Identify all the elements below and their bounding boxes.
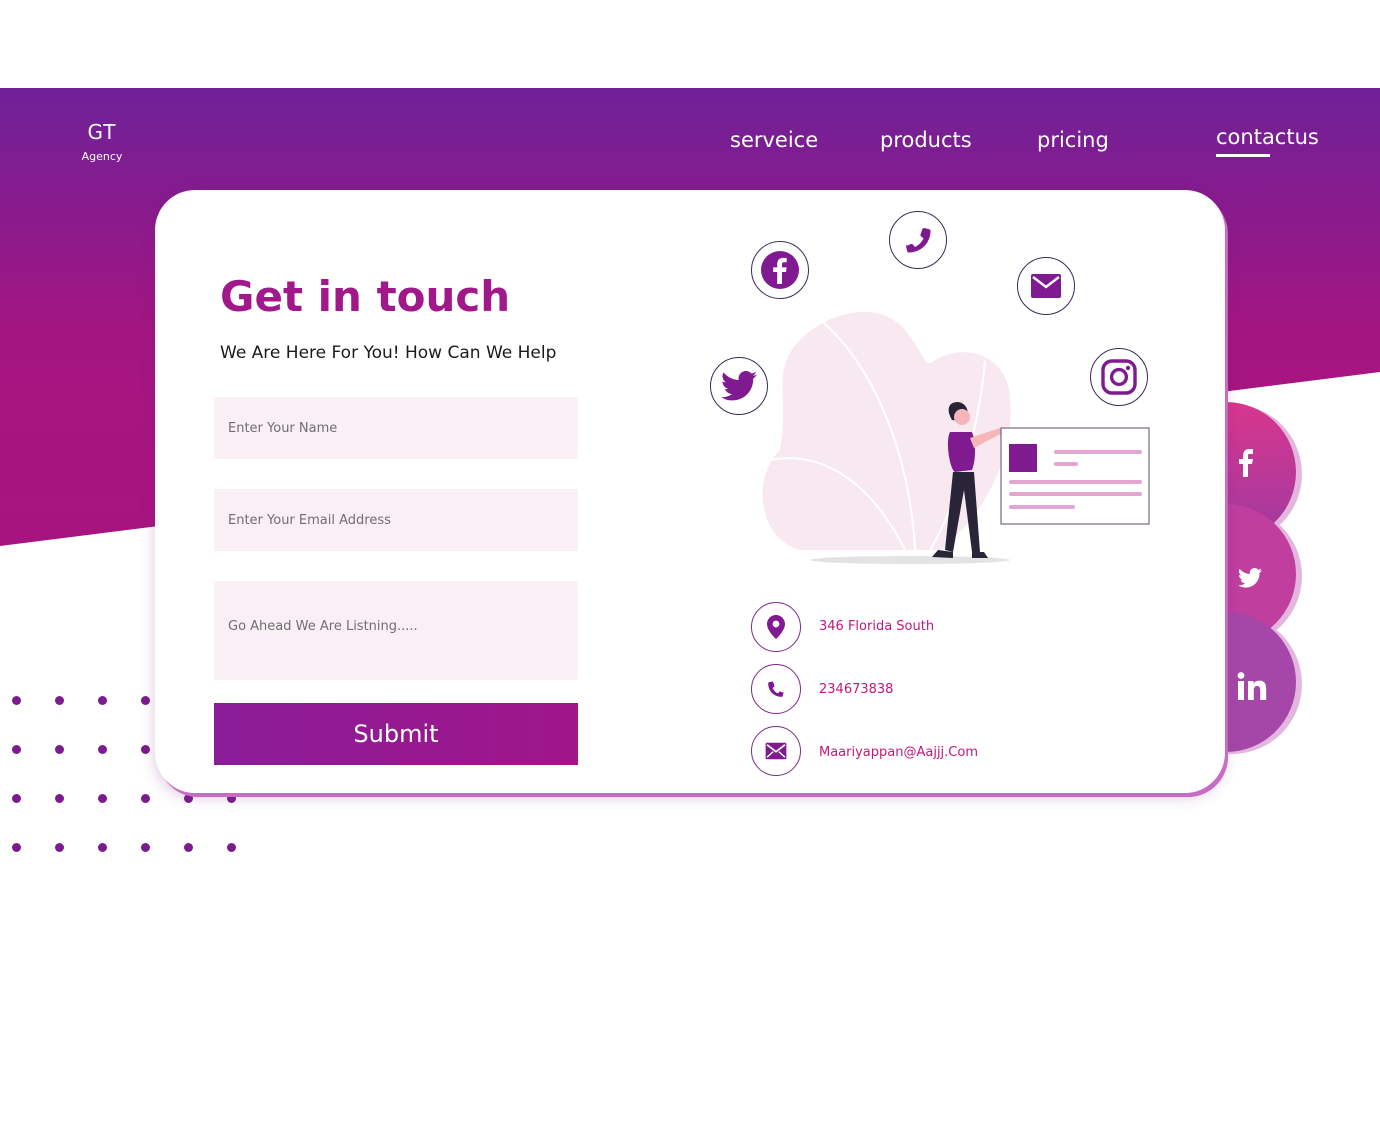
contact-email[interactable]: Maariyappan@Aajjj.Com bbox=[819, 745, 978, 760]
nav-products[interactable]: products bbox=[880, 128, 972, 152]
side-facebook-icon[interactable] bbox=[1228, 445, 1264, 481]
nav-contactus[interactable]: contactus bbox=[1216, 125, 1319, 149]
facebook-icon[interactable] bbox=[751, 241, 809, 299]
contact-address: 346 Florida South bbox=[819, 619, 935, 634]
nav-pricing[interactable]: pricing bbox=[1037, 128, 1109, 152]
brand-logo[interactable]: GT bbox=[70, 120, 134, 144]
nav-active-underline bbox=[1216, 154, 1270, 157]
page-subtitle: We Are Here For You! How Can We Help bbox=[220, 343, 557, 363]
phone-icon[interactable] bbox=[889, 211, 947, 269]
location-icon bbox=[751, 602, 801, 652]
side-linkedin-icon[interactable] bbox=[1234, 668, 1270, 704]
submit-button[interactable]: Submit bbox=[214, 703, 578, 765]
brand-tagline: Agency bbox=[81, 150, 123, 163]
contact-illustration bbox=[762, 311, 1150, 564]
mail-icon[interactable] bbox=[1017, 257, 1075, 315]
nav-serveice[interactable]: serveice bbox=[730, 128, 818, 152]
instagram-icon[interactable] bbox=[1090, 348, 1148, 406]
side-twitter-icon[interactable] bbox=[1232, 560, 1268, 596]
message-textarea[interactable] bbox=[214, 581, 578, 680]
envelope-small-icon bbox=[751, 726, 801, 776]
name-input[interactable] bbox=[214, 397, 578, 459]
page-title: Get in touch bbox=[220, 272, 511, 321]
phone-small-icon bbox=[751, 664, 801, 714]
contact-phone[interactable]: 234673838 bbox=[819, 682, 893, 697]
email-input[interactable] bbox=[214, 489, 578, 551]
twitter-icon[interactable] bbox=[710, 357, 768, 415]
